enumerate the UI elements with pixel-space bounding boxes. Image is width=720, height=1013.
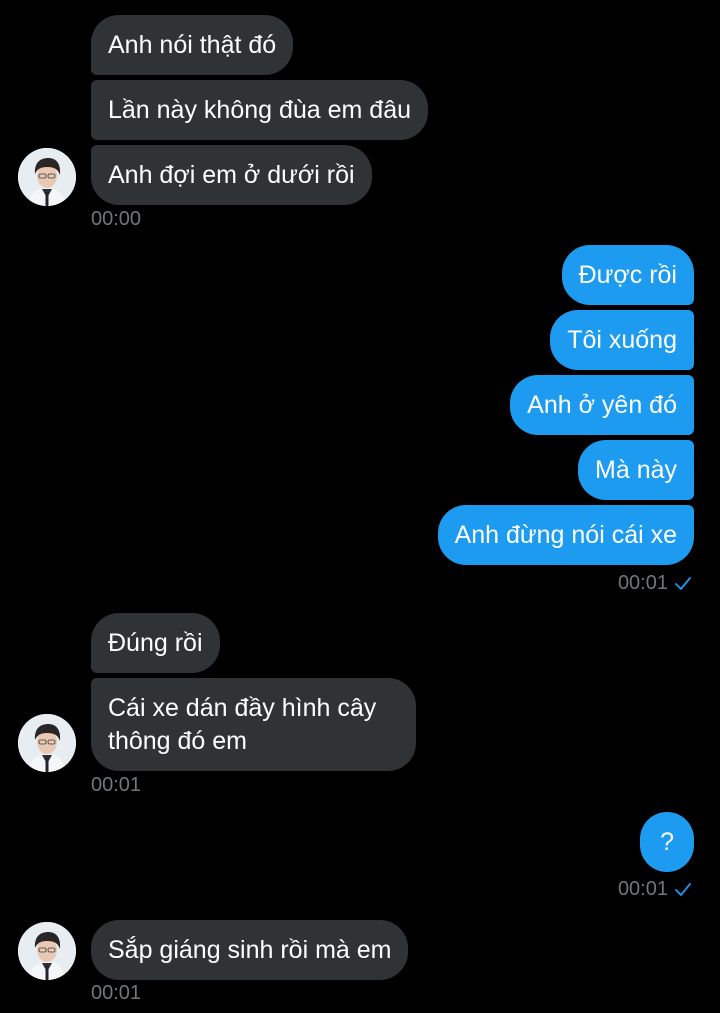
avatar[interactable]: [18, 922, 76, 980]
check-icon: [675, 577, 691, 590]
timestamp: 00:01: [91, 982, 142, 1004]
timestamp: 00:01: [617, 572, 668, 594]
avatar[interactable]: [18, 714, 76, 772]
message-bubble-outgoing[interactable]: Anh đừng nói cái xe: [437, 505, 694, 565]
message-bubble-incoming[interactable]: Cái xe dán đầy hình cây thông đó em: [91, 678, 416, 771]
message-bubble-outgoing[interactable]: Được rồi: [561, 245, 694, 305]
timestamp-row: 00:01: [618, 572, 692, 594]
message-bubble-incoming[interactable]: Đúng rồi: [91, 613, 220, 673]
message-bubble-outgoing[interactable]: Mà này: [578, 440, 694, 500]
avatar-image: [18, 714, 76, 772]
message-bubble-outgoing[interactable]: Anh ở yên đó: [510, 375, 694, 435]
check-icon: [675, 883, 691, 896]
avatar[interactable]: [18, 148, 76, 206]
message-bubble-incoming[interactable]: Sắp giáng sinh rồi mà em: [91, 920, 409, 980]
avatar-image: [18, 922, 76, 980]
timestamp-row: 00:01: [618, 878, 692, 900]
timestamp: 00:00: [91, 208, 142, 230]
message-bubble-incoming[interactable]: Anh đợi em ở dưới rồi: [91, 145, 372, 205]
message-bubble-incoming[interactable]: Anh nói thật đó: [91, 15, 294, 75]
avatar-image: [18, 148, 76, 206]
message-bubble-outgoing[interactable]: Tôi xuống: [550, 310, 694, 370]
timestamp: 00:01: [617, 878, 668, 900]
timestamp: 00:01: [91, 774, 142, 796]
message-bubble-outgoing[interactable]: ?: [640, 812, 694, 872]
message-bubble-incoming[interactable]: Lần này không đùa em đâu: [91, 80, 429, 140]
